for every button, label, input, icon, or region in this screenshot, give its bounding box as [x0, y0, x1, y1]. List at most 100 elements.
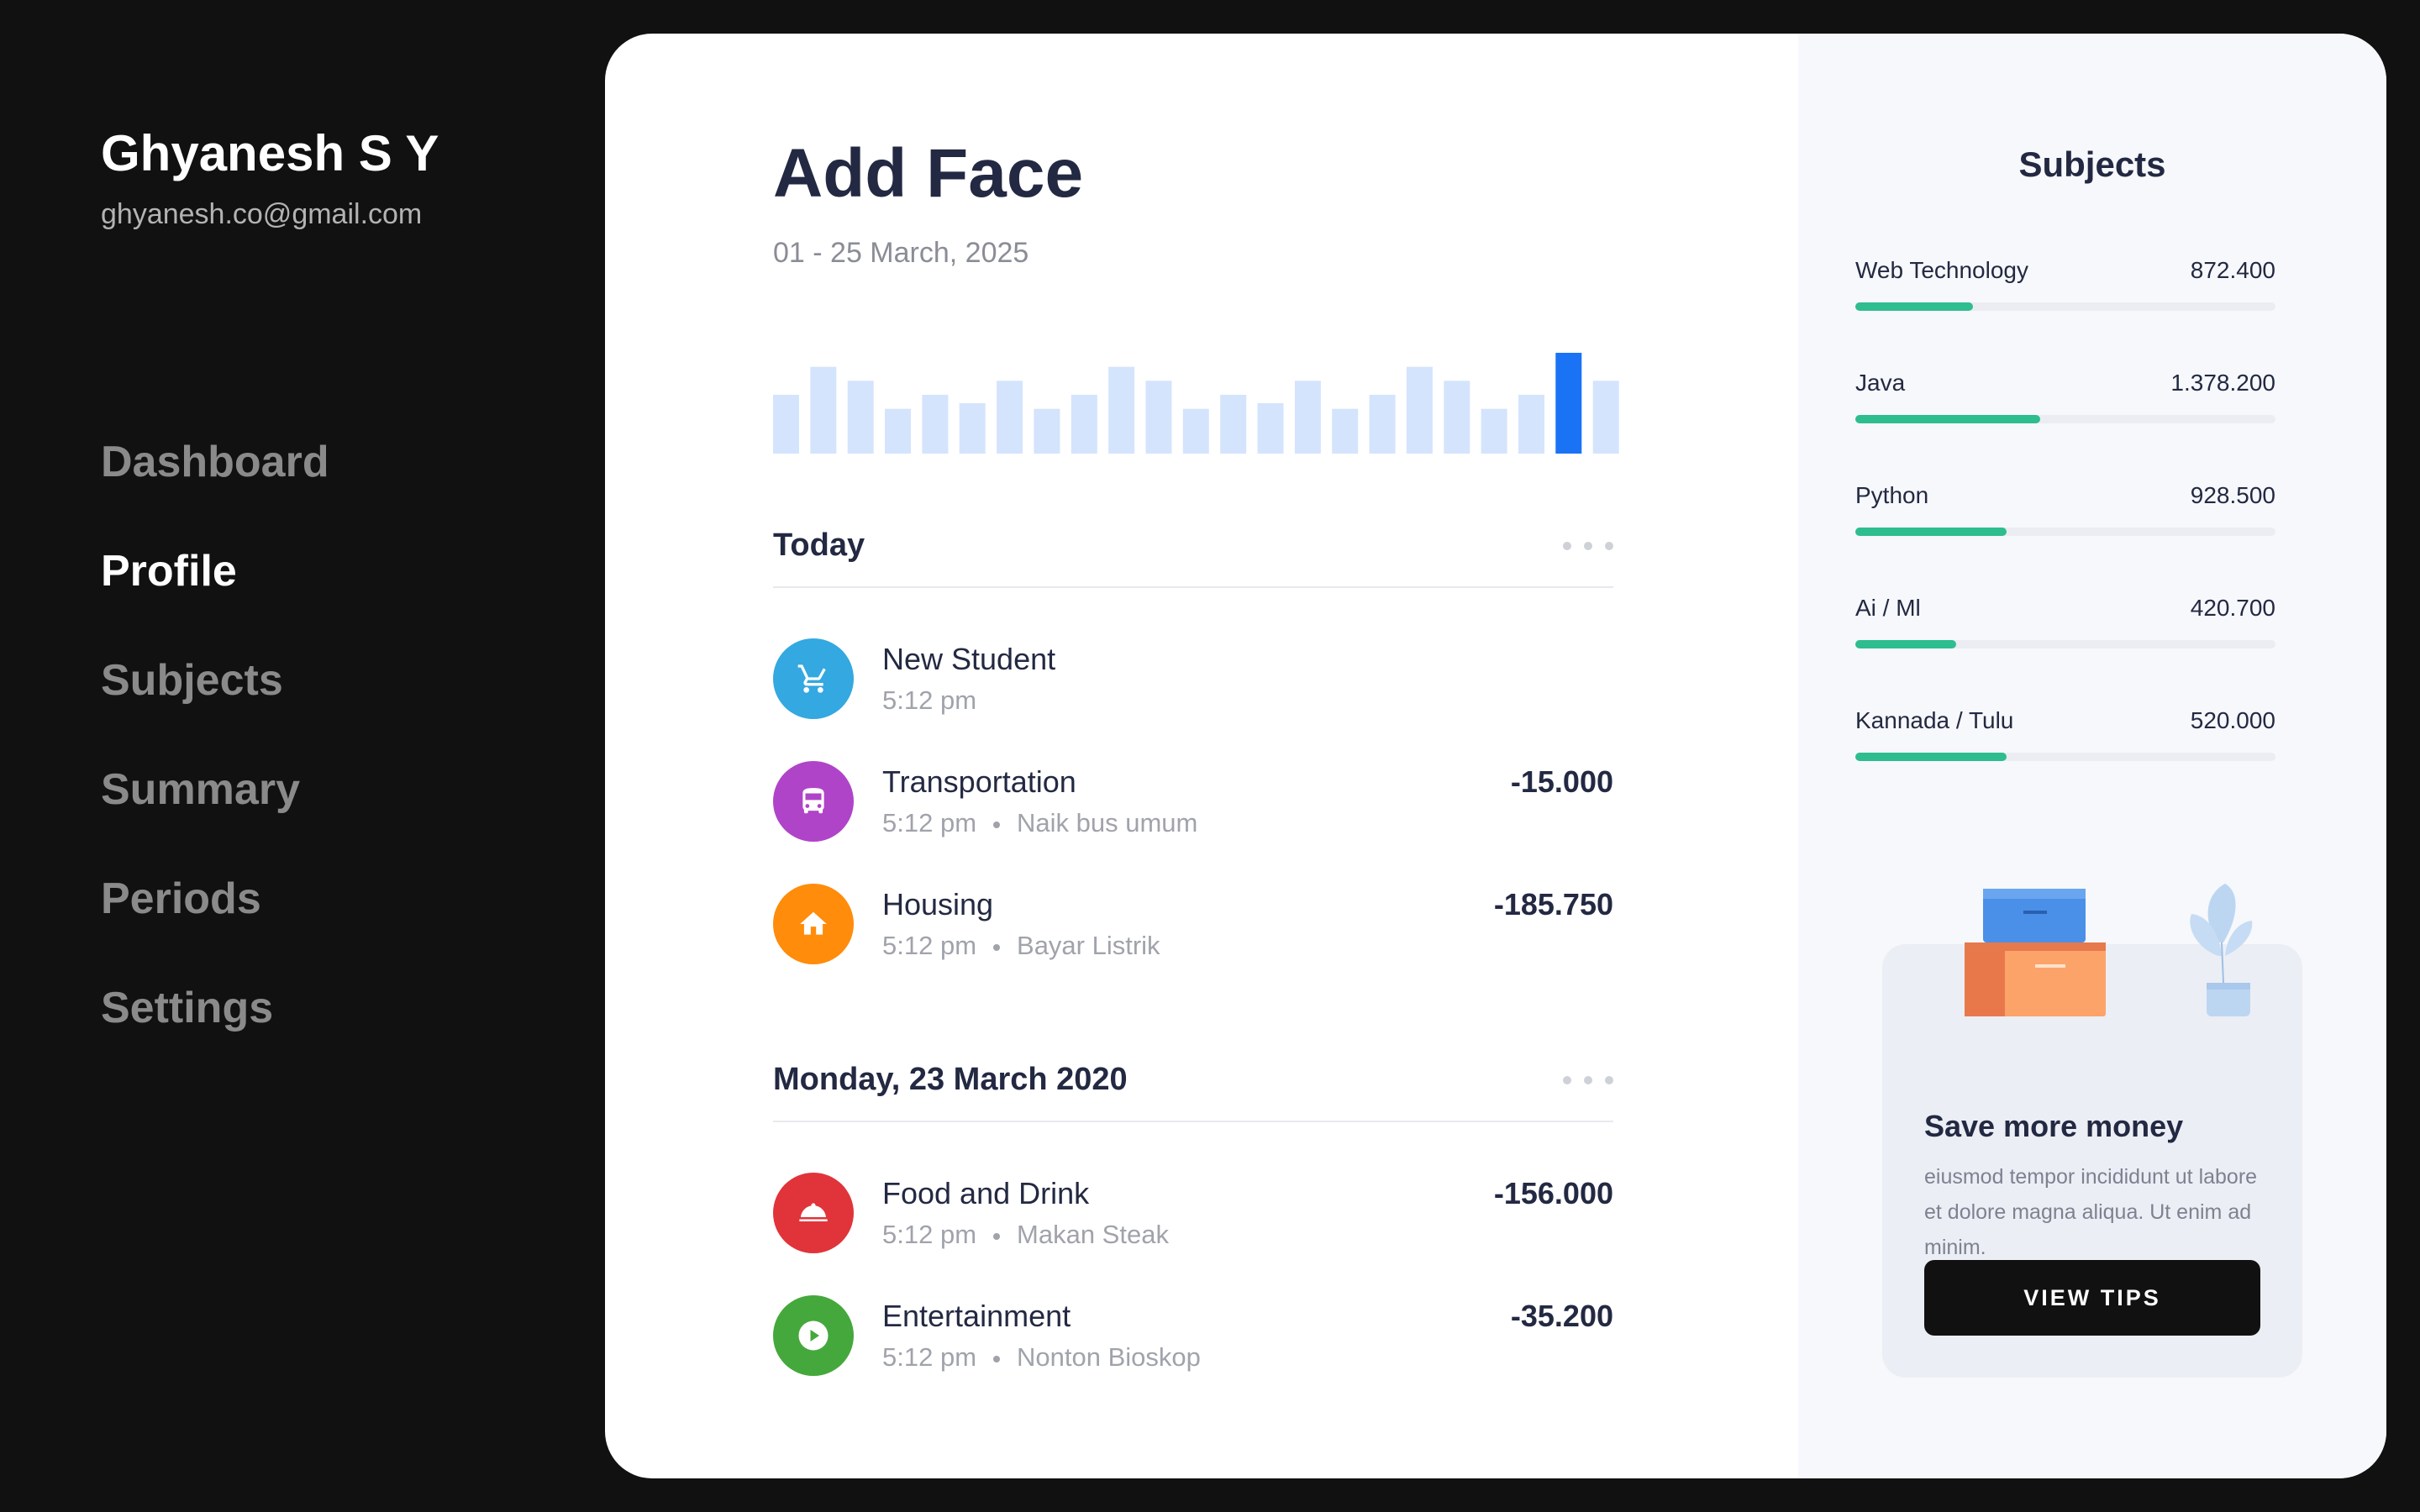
transaction-meta: 5:12 pm Nonton Bioskop: [882, 1342, 1201, 1373]
chart-bar: [1182, 408, 1209, 454]
subject-progress-bar: [1855, 640, 1956, 648]
section-title: Monday, 23 March 2020: [773, 1062, 1128, 1097]
chart-bar: [997, 381, 1023, 454]
subject-value: 420.700: [2190, 595, 2275, 621]
subject-value: 1.378.200: [2170, 370, 2275, 396]
subject-progress-track: [1855, 753, 2275, 761]
subject-item[interactable]: Python 928.500: [1855, 482, 2275, 541]
nav-item-summary[interactable]: Summary: [101, 756, 329, 865]
subject-item[interactable]: Java 1.378.200: [1855, 370, 2275, 428]
transaction-amount: -185.750: [1493, 887, 1613, 921]
chart-bar: [922, 395, 949, 454]
subject-name: Kannada / Tulu: [1855, 707, 2014, 733]
chart-bar: [1592, 381, 1619, 454]
subject-progress-bar: [1855, 528, 2007, 536]
transaction-amount: -15.000: [1510, 764, 1613, 799]
chart-bar: [1555, 353, 1582, 454]
right-panel: Subjects Web Technology 872.400 Java 1.3…: [1798, 34, 2386, 1478]
transaction-meta: 5:12 pm Makan Steak: [882, 1220, 1169, 1250]
sidebar: Ghyanesh S Y ghyanesh.co@gmail.com Dashb…: [0, 0, 605, 1512]
nav-item-dashboard[interactable]: Dashboard: [101, 428, 329, 538]
subject-item[interactable]: Web Technology 872.400: [1855, 257, 2275, 316]
chart-bar: [959, 403, 986, 454]
nav-item-settings[interactable]: Settings: [101, 974, 329, 1084]
play-icon: [773, 1295, 854, 1376]
subject-name: Web Technology: [1855, 257, 2028, 283]
transaction-amount: -35.200: [1510, 1299, 1613, 1333]
transaction-time: 5:12 pm: [882, 1342, 977, 1372]
view-tips-button[interactable]: VIEW TIPS: [1924, 1260, 2260, 1336]
chart-bar: [773, 395, 799, 454]
subject-progress-track: [1855, 528, 2275, 536]
tips-card: Save more money eiusmod tempor incididun…: [1882, 884, 2302, 1378]
tips-title: Save more money: [1924, 1109, 2184, 1143]
subject-progress-track: [1855, 302, 2275, 311]
date-range: 01 - 25 March, 2025: [773, 237, 1029, 269]
transaction-note: Naik bus umum: [1017, 808, 1198, 837]
chart-bar: [1481, 408, 1507, 454]
section-title: Today: [773, 528, 865, 563]
page-title: Add Face: [773, 135, 1084, 212]
subject-name: Ai / Ml: [1855, 595, 1921, 621]
transaction-note: Makan Steak: [1017, 1220, 1169, 1249]
cart-icon: [773, 638, 854, 719]
user-name: Ghyanesh S Y: [101, 125, 439, 181]
transaction-title: Housing: [882, 887, 994, 921]
chart-bar: [1220, 395, 1247, 454]
chart-bar: [1034, 408, 1060, 454]
subject-name: Python: [1855, 482, 1929, 508]
subject-item[interactable]: Ai / Ml 420.700: [1855, 595, 2275, 654]
subject-progress-bar: [1855, 753, 2007, 761]
transaction-time: 5:12 pm: [882, 685, 977, 715]
sidebar-nav: Dashboard Profile Subjects Summary Perio…: [101, 428, 329, 1084]
main-card: Add Face 01 - 25 March, 2025 Today New S…: [605, 34, 2386, 1478]
more-options-icon[interactable]: [1563, 1063, 1613, 1097]
subject-item[interactable]: Kannada / Tulu 520.000: [1855, 707, 2275, 766]
chart-bar: [1369, 395, 1396, 454]
subject-progress-track: [1855, 640, 2275, 648]
transaction-title: Entertainment: [882, 1299, 1071, 1333]
nav-item-subjects[interactable]: Subjects: [101, 647, 329, 756]
transaction-meta: 5:12 pm Bayar Listrik: [882, 931, 1160, 961]
transaction-row[interactable]: New Student 5:12 pm: [773, 638, 1613, 722]
activity-bar-chart: [773, 353, 1619, 454]
nav-item-profile[interactable]: Profile: [101, 538, 329, 647]
transaction-row[interactable]: Transportation 5:12 pm Naik bus umum -15.…: [773, 761, 1613, 845]
bus-icon: [773, 761, 854, 842]
subject-progress-bar: [1855, 415, 2040, 423]
chart-bar: [1257, 403, 1284, 454]
subjects-title: Subjects: [2018, 144, 2166, 184]
boxes-plant-illustration: [1965, 884, 2253, 1016]
transaction-row[interactable]: Entertainment 5:12 pm Nonton Bioskop -35.…: [773, 1295, 1613, 1379]
subject-progress-track: [1855, 415, 2275, 423]
subject-progress-bar: [1855, 302, 1973, 311]
section-header-today: Today: [773, 521, 1613, 588]
main-panel: Add Face 01 - 25 March, 2025 Today New S…: [605, 34, 1798, 1478]
chart-bar: [1108, 366, 1135, 454]
transaction-title: New Student: [882, 642, 1056, 676]
more-options-icon[interactable]: [1563, 529, 1613, 563]
transaction-note: Bayar Listrik: [1017, 931, 1160, 960]
chart-bar: [1332, 408, 1359, 454]
tips-text: eiusmod tempor incididunt ut labore et d…: [1924, 1165, 2258, 1259]
section-header-monday: Monday, 23 March 2020: [773, 1055, 1613, 1122]
nav-item-periods[interactable]: Periods: [101, 865, 329, 974]
subject-value: 872.400: [2190, 257, 2275, 283]
subject-value: 520.000: [2190, 707, 2275, 733]
chart-bar: [810, 366, 837, 454]
transaction-row[interactable]: Food and Drink 5:12 pm Makan Steak -156.0…: [773, 1173, 1613, 1257]
chart-bar: [1071, 395, 1097, 454]
transaction-title: Transportation: [882, 764, 1076, 799]
transaction-meta: 5:12 pm Naik bus umum: [882, 808, 1197, 838]
transaction-time: 5:12 pm: [882, 931, 977, 960]
transaction-time: 5:12 pm: [882, 1220, 977, 1249]
transaction-note: Nonton Bioskop: [1017, 1342, 1201, 1372]
chart-bar: [1444, 381, 1470, 454]
transaction-title: Food and Drink: [882, 1176, 1090, 1210]
chart-bar: [847, 381, 874, 454]
transaction-row[interactable]: Housing 5:12 pm Bayar Listrik -185.750: [773, 884, 1613, 968]
chart-bar: [1145, 381, 1172, 454]
food-cloche-icon: [773, 1173, 854, 1253]
transaction-time: 5:12 pm: [882, 808, 977, 837]
home-icon: [773, 884, 854, 964]
